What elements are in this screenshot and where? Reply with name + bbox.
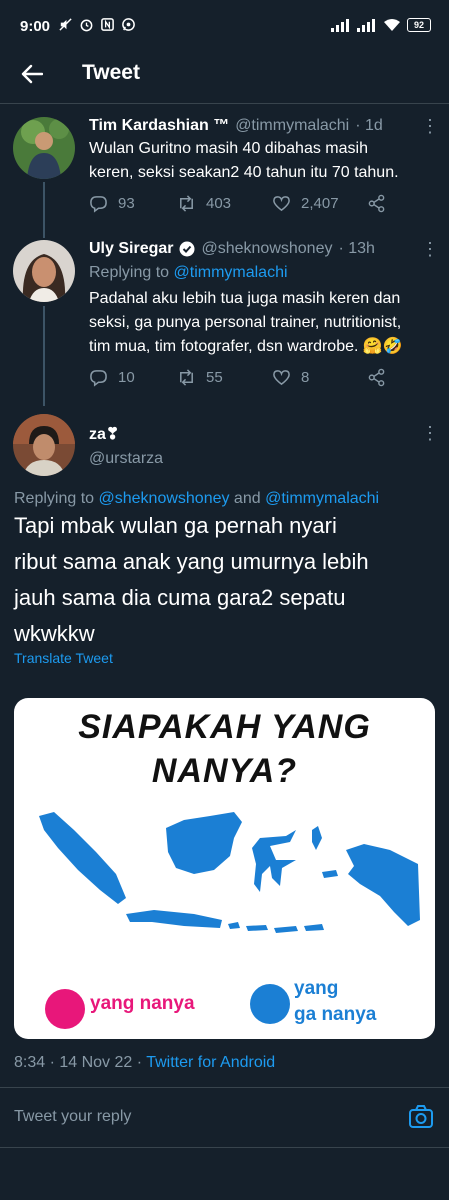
bottom-divider	[0, 1147, 449, 1148]
page-title: Tweet	[82, 61, 140, 84]
status-bar: 9:00 92	[0, 0, 449, 44]
avatar[interactable]	[13, 117, 75, 179]
tweet-timestamp: 8:34 · 14 Nov 22 · Twitter for Android	[14, 1054, 276, 1071]
signal-icon-2	[357, 19, 375, 32]
display-name[interactable]: za❣	[89, 424, 119, 444]
legend-dot-blue	[250, 984, 290, 1024]
status-time: 9:00	[20, 18, 51, 35]
reply-button[interactable]: 93	[89, 194, 177, 213]
reply-button[interactable]: 10	[89, 368, 177, 387]
display-name[interactable]: Uly Siregar	[89, 240, 173, 258]
share-icon	[368, 194, 385, 213]
tweet-time: · 13h	[338, 240, 375, 257]
back-button[interactable]	[18, 60, 46, 88]
share-button[interactable]	[367, 368, 386, 387]
mute-icon	[59, 18, 72, 31]
heart-icon	[273, 196, 290, 212]
tweet-text: Tapi mbak wulan ga pernah nyari ribut sa…	[14, 513, 369, 646]
more-options-icon[interactable]: ⋮	[421, 424, 439, 442]
retweet-button[interactable]: 55	[177, 368, 272, 387]
camera-icon	[409, 1105, 433, 1128]
tweet-source-link[interactable]: Twitter for Android	[146, 1054, 275, 1071]
avatar[interactable]	[13, 414, 75, 476]
avatar-image	[13, 414, 75, 476]
more-options-icon[interactable]: ⋮	[421, 240, 439, 258]
tweet-time: · 1d	[355, 117, 383, 134]
mention-link[interactable]: @sheknowshoney	[99, 490, 230, 507]
user-handle[interactable]: @timmymalachi	[235, 117, 349, 135]
reply-input[interactable]: Tweet your reply	[14, 1108, 131, 1126]
mention-link[interactable]: @timmymalachi	[174, 264, 288, 281]
signal-icon-1	[331, 19, 349, 32]
retweet-icon	[180, 369, 193, 386]
nfc-icon	[101, 18, 114, 31]
avatar-image	[13, 117, 75, 179]
tweet-text: Padahal aku lebih tua juga masih keren d…	[89, 290, 403, 355]
verified-badge-icon	[179, 241, 195, 257]
legend-dot-pink	[45, 989, 85, 1029]
share-icon	[368, 368, 385, 387]
thread-connector	[43, 306, 45, 406]
camera-button[interactable]	[408, 1104, 434, 1130]
alarm-icon	[80, 19, 93, 32]
whatsapp-icon	[122, 18, 135, 31]
like-button[interactable]: 2,407	[272, 194, 367, 213]
back-arrow-icon	[21, 64, 43, 84]
reply-icon	[90, 196, 107, 213]
like-button[interactable]: 8	[272, 368, 367, 387]
wifi-icon	[384, 19, 400, 31]
tweet-actions: 93 403 2,407	[89, 194, 389, 213]
tweet-image[interactable]: SIAPAKAH YANG NANYA? yang nanya yang ga …	[14, 698, 435, 1039]
retweet-button[interactable]: 403	[177, 194, 272, 213]
legend-label-ga-nanya: yang ga nanya	[294, 978, 377, 1025]
display-name[interactable]: Tim Kardashian ™	[89, 117, 229, 135]
battery-indicator: 92	[407, 18, 431, 32]
tweet-header: Uly Siregar @sheknowshoney · 13h	[89, 240, 375, 258]
header-divider	[0, 103, 449, 104]
user-handle[interactable]: @sheknowshoney	[201, 240, 332, 258]
translate-tweet-link[interactable]: Translate Tweet	[14, 650, 113, 666]
image-title-line2: NANYA?	[151, 752, 298, 790]
more-options-icon[interactable]: ⋮	[421, 117, 439, 135]
tweet-actions: 10 55 8	[89, 368, 389, 387]
share-button[interactable]	[367, 194, 386, 213]
avatar-image	[13, 240, 75, 302]
replying-to-line: Replying to @timmymalachi	[89, 264, 288, 281]
heart-icon	[273, 370, 290, 386]
mention-link[interactable]: @timmymalachi	[265, 490, 379, 507]
retweet-icon	[180, 195, 193, 212]
legend-label-yang-nanya: yang nanya	[90, 993, 195, 1014]
user-handle[interactable]: @urstarza	[89, 450, 163, 468]
tweet-header: Tim Kardashian ™ @timmymalachi · 1d	[89, 117, 383, 135]
tweet-text: Wulan Guritno masih 40 dibahas masih ker…	[89, 140, 399, 181]
image-title-line1: SIAPAKAH YANG	[78, 708, 371, 746]
thread-connector	[43, 182, 45, 238]
indonesia-map-image	[39, 812, 420, 933]
avatar[interactable]	[13, 240, 75, 302]
reply-icon	[90, 370, 107, 387]
reply-divider	[0, 1087, 449, 1088]
